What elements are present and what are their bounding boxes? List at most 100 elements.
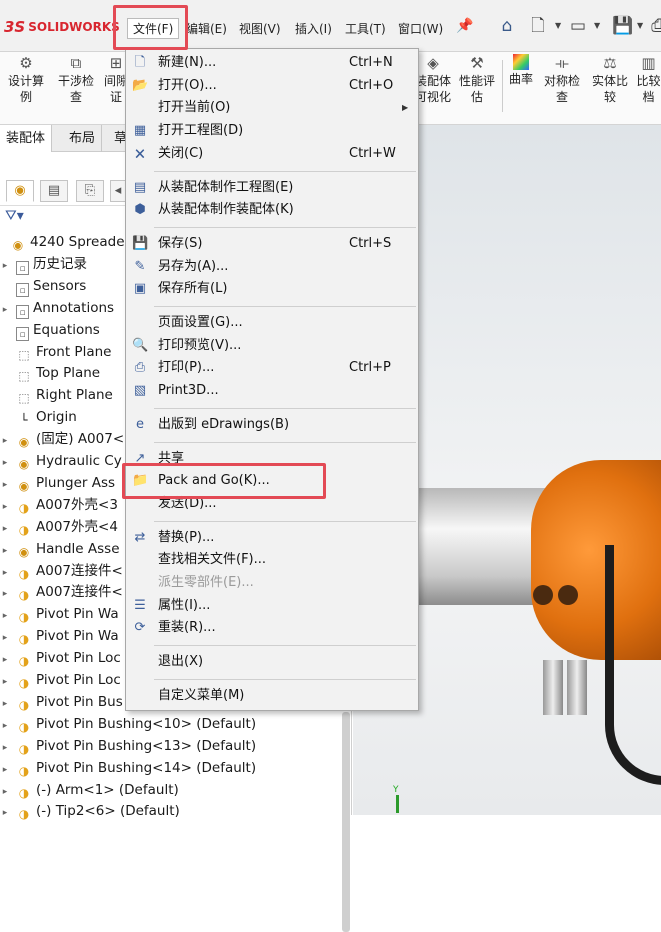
tree-item[interactable]: ◉ 4240 Spreader [0, 231, 130, 253]
menu-edit[interactable]: 编辑(E) [186, 20, 227, 37]
file-menu-print[interactable]: ⎙ 打印(P)... Ctrl+P [126, 357, 418, 379]
home-icon[interactable]: ⌂ [497, 16, 517, 36]
file-menu-item-32[interactable]: 自定义菜单(M) [126, 685, 418, 707]
tree-item[interactable]: ▸ ◉ (固定) A007< [0, 428, 124, 450]
expand-arrow-icon[interactable]: ▸ [0, 518, 10, 540]
tree-item[interactable]: ▸ ◉ Handle Asse [0, 538, 120, 560]
menu-view[interactable]: 视图(V) [239, 20, 281, 37]
expand-arrow-icon[interactable]: ▸ [0, 605, 10, 627]
tree-item[interactable]: ▸ ◉ Plunger Ass [0, 472, 115, 494]
tree-item[interactable]: ▸ ◉ Hydraulic Cy [0, 450, 122, 472]
expand-arrow-icon[interactable]: ▸ [0, 693, 10, 715]
expand-arrow-icon[interactable]: ▸ [0, 496, 10, 518]
feature-tree-tab-icon[interactable]: ◉ [6, 180, 34, 202]
cmd-performance[interactable]: ⚒ 性能评 估 [455, 54, 499, 105]
file-menu-edrawings[interactable]: e 出版到 eDrawings(B) [126, 414, 418, 436]
expand-arrow-icon[interactable]: ▸ [0, 474, 10, 496]
tree-item[interactable]: ▸ ◑ A007连接件< [0, 581, 123, 603]
open-folder-icon[interactable]: ▭ [568, 16, 588, 36]
cmd-assembly-visualization[interactable]: ◈ 装配体 可视化 [413, 54, 453, 105]
expand-arrow-icon[interactable]: ▸ [0, 671, 10, 693]
tree-item[interactable]: ▸ ◑ (-) Arm<1> (Default) [0, 779, 179, 801]
tree-item[interactable]: ▸ ◑ Pivot Pin Wa [0, 625, 119, 647]
tree-item[interactable]: ▸ ◑ Pivot Pin Loc [0, 669, 121, 691]
save-dropdown-icon[interactable]: ▼ [637, 21, 643, 30]
file-menu-make-drawing[interactable]: ▤ 从装配体制作工程图(E) [126, 177, 418, 199]
configuration-tab-icon[interactable]: ⎘ [76, 180, 104, 202]
file-menu-print3d[interactable]: ▧ Print3D... [126, 380, 418, 402]
cmd-design-study[interactable]: ⚙ 设计算 例 [4, 54, 48, 105]
expand-arrow-icon[interactable]: ▸ [0, 627, 10, 649]
tree-item[interactable]: ▫ Equations [0, 319, 100, 341]
expand-arrow-icon[interactable]: ▸ [0, 255, 10, 277]
new-document-icon[interactable]: 🗋 [528, 16, 548, 36]
print-toolbar-icon[interactable]: ⎙ [648, 16, 661, 36]
expand-arrow-icon[interactable]: ▸ [0, 452, 10, 474]
tree-item[interactable]: ▸ ◑ A007外壳<3 [0, 494, 118, 516]
tree-item[interactable]: ▸ ▫ Annotations [0, 297, 114, 319]
file-menu-item-2[interactable]: 打开当前(O) ▶ [126, 97, 418, 119]
tree-item[interactable]: ▸ ◑ A007连接件< [0, 560, 123, 582]
menu-tools[interactable]: 工具(T) [345, 20, 386, 37]
file-menu-item-25[interactable]: 查找相关文件(F)... [126, 549, 418, 571]
expand-arrow-icon[interactable]: ▸ [0, 802, 10, 824]
design-study-icon: ⚙ [19, 54, 33, 72]
tree-item[interactable]: ▸ ◑ Pivot Pin Bus [0, 691, 123, 713]
file-menu-open-drawing[interactable]: ▦ 打开工程图(D) [126, 120, 418, 142]
expand-arrow-icon[interactable]: ▸ [0, 759, 10, 781]
tree-item[interactable]: ▸ ◑ (-) Tip2<6> (Default) [0, 800, 180, 822]
cmd-compare-doc[interactable]: ▥ 比较 档 [636, 54, 661, 105]
file-menu-item-30[interactable]: 退出(X) [126, 651, 418, 673]
expand-arrow-icon[interactable]: ▸ [0, 583, 10, 605]
file-menu-new-doc[interactable]: 🗋 新建(N)... Ctrl+N [126, 52, 418, 74]
expand-arrow-icon[interactable]: ▸ [0, 781, 10, 803]
cmd-interference[interactable]: ⧉ 干涉检 查 [54, 54, 98, 105]
file-menu-close-doc[interactable]: 🗙 关闭(C) Ctrl+W [126, 143, 418, 165]
tree-item[interactable]: ▸ ◑ Pivot Pin Wa [0, 603, 119, 625]
tree-item[interactable]: ⬚ Top Plane [0, 362, 100, 384]
file-menu-save-as[interactable]: ✎ 另存为(A)... [126, 256, 418, 278]
expand-arrow-icon[interactable]: ▸ [0, 299, 10, 321]
pin-icon[interactable]: 📌 [455, 16, 475, 36]
cmd-symmetry[interactable]: ⟛ 对称检 查 [540, 54, 584, 105]
expand-arrow-icon[interactable]: ▸ [0, 540, 10, 562]
expand-arrow-icon[interactable]: ▸ [0, 562, 10, 584]
tree-item[interactable]: ▸ ▫ 历史记录 [0, 253, 87, 275]
save-toolbar-icon[interactable]: 💾 [612, 16, 633, 36]
menu-window[interactable]: 窗口(W) [398, 20, 443, 37]
tree-item[interactable]: ▫ Sensors [0, 275, 86, 297]
expand-arrow-icon[interactable]: ▸ [0, 715, 10, 737]
property-manager-tab-icon[interactable]: ▤ [40, 180, 68, 202]
file-menu-make-assembly[interactable]: ⬢ 从装配体制作装配体(K) [126, 199, 418, 221]
file-menu-open[interactable]: 📂 打开(O)... Ctrl+O [126, 75, 418, 97]
file-menu-save[interactable]: 💾 保存(S) Ctrl+S [126, 233, 418, 255]
tab-assembly[interactable]: 装配体 [0, 125, 53, 152]
tree-item[interactable]: ▸ ◑ Pivot Pin Loc [0, 647, 121, 669]
file-menu-print-preview[interactable]: 🔍 打印预览(V)... [126, 335, 418, 357]
menu-insert[interactable]: 插入(I) [295, 20, 332, 37]
open-dropdown-icon[interactable]: ▼ [594, 21, 600, 30]
new-dropdown-icon[interactable]: ▼ [555, 21, 561, 30]
tree-item[interactable]: ▸ ◑ A007外壳<4 [0, 516, 118, 538]
expand-arrow-icon[interactable]: ▸ [0, 737, 10, 759]
file-menu-save-all[interactable]: ▣ 保存所有(L) [126, 278, 418, 300]
expand-arrow-icon[interactable]: ▸ [0, 649, 10, 671]
file-menu-item-13[interactable]: 页面设置(G)... [126, 312, 418, 334]
tree-item[interactable]: ▸ ◑ Pivot Pin Bushing<13> (Default) [0, 735, 256, 757]
cmd-compare[interactable]: ⚖ 实体比 较 [588, 54, 632, 105]
tab-layout[interactable]: 布局 [63, 125, 103, 152]
more-tab-icon[interactable]: ◂ [110, 180, 126, 202]
tree-item[interactable]: ⬚ Right Plane [0, 384, 113, 406]
file-menu-replace[interactable]: ⇄ 替换(P)... [126, 527, 418, 549]
tree-item[interactable]: ▸ ◑ Pivot Pin Bushing<14> (Default) [0, 757, 256, 779]
tree-scrollbar[interactable] [342, 712, 350, 932]
cmd-curvature[interactable]: 曲率 [506, 54, 536, 87]
tree-item[interactable]: └ Origin [0, 406, 76, 428]
tree-item[interactable]: ▸ ◑ Pivot Pin Bushing<10> (Default) [0, 713, 256, 735]
tree-item[interactable]: ⬚ Front Plane [0, 341, 111, 363]
file-menu-reload[interactable]: ⟳ 重装(R)... [126, 617, 418, 639]
expand-arrow-icon[interactable]: ▸ [0, 430, 10, 452]
open-drawing-icon: ▦ [133, 123, 147, 139]
file-menu-properties[interactable]: ☰ 属性(I)... [126, 595, 418, 617]
filter-icon[interactable]: ⛛▾ [5, 208, 24, 224]
